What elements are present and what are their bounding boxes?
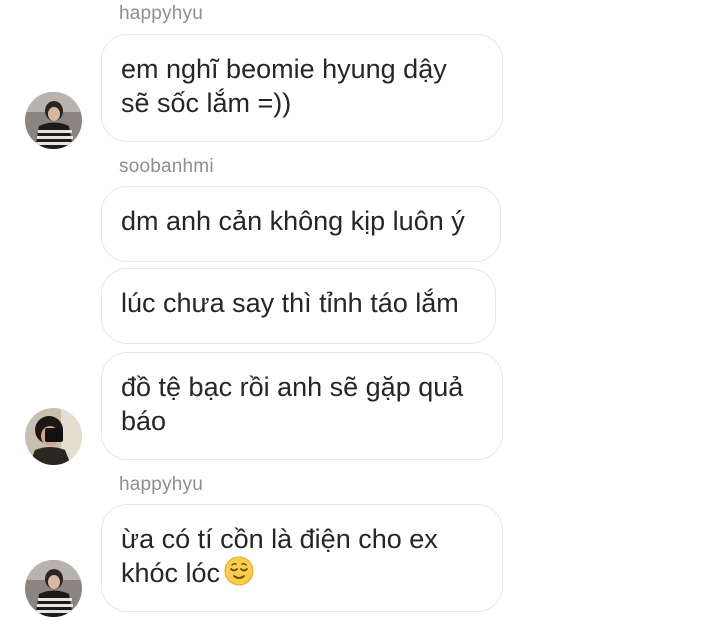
profile-photo-striped-sweater-icon <box>25 560 82 617</box>
relieved-face-emoji-icon <box>224 556 254 594</box>
message-bubble[interactable]: em nghĩ beomie hyung dậy sẽ sốc lắm =)) <box>101 34 503 142</box>
message-text-line: khóc lóc <box>121 556 482 594</box>
message-text-line: ừa có tí cồn là điện cho ex <box>121 524 438 554</box>
sender-username[interactable]: happyhyu <box>119 3 203 25</box>
sender-username[interactable]: soobanhmi <box>119 156 214 178</box>
message-text-line: em nghĩ beomie hyung dậy <box>121 54 447 84</box>
message-bubble[interactable]: ừa có tí cồn là điện cho ex khóc lóc <box>101 504 503 612</box>
message-text-line: dm anh cản không kịp luôn ý <box>121 206 465 236</box>
avatar[interactable] <box>25 92 82 149</box>
message-text-line: báo <box>121 406 167 436</box>
message-bubble[interactable]: dm anh cản không kịp luôn ý <box>101 186 501 262</box>
profile-photo-mirror-selfie-icon <box>25 408 82 465</box>
avatar[interactable] <box>25 560 82 617</box>
profile-photo-striped-sweater-icon <box>25 92 82 149</box>
avatar[interactable] <box>25 408 82 465</box>
message-bubble[interactable]: lúc chưa say thì tỉnh táo lắm <box>101 268 496 344</box>
message-text-line: lúc chưa say thì tỉnh táo lắm <box>121 288 459 318</box>
message-text-fragment: khóc lóc <box>121 558 221 588</box>
message-text-line: đồ tệ bạc rồi anh sẽ gặp quả <box>121 372 464 402</box>
sender-username[interactable]: happyhyu <box>119 474 203 496</box>
message-bubble[interactable]: đồ tệ bạc rồi anh sẽ gặp quả báo <box>101 352 503 460</box>
message-text-line: sẽ sốc lắm =)) <box>121 88 292 118</box>
